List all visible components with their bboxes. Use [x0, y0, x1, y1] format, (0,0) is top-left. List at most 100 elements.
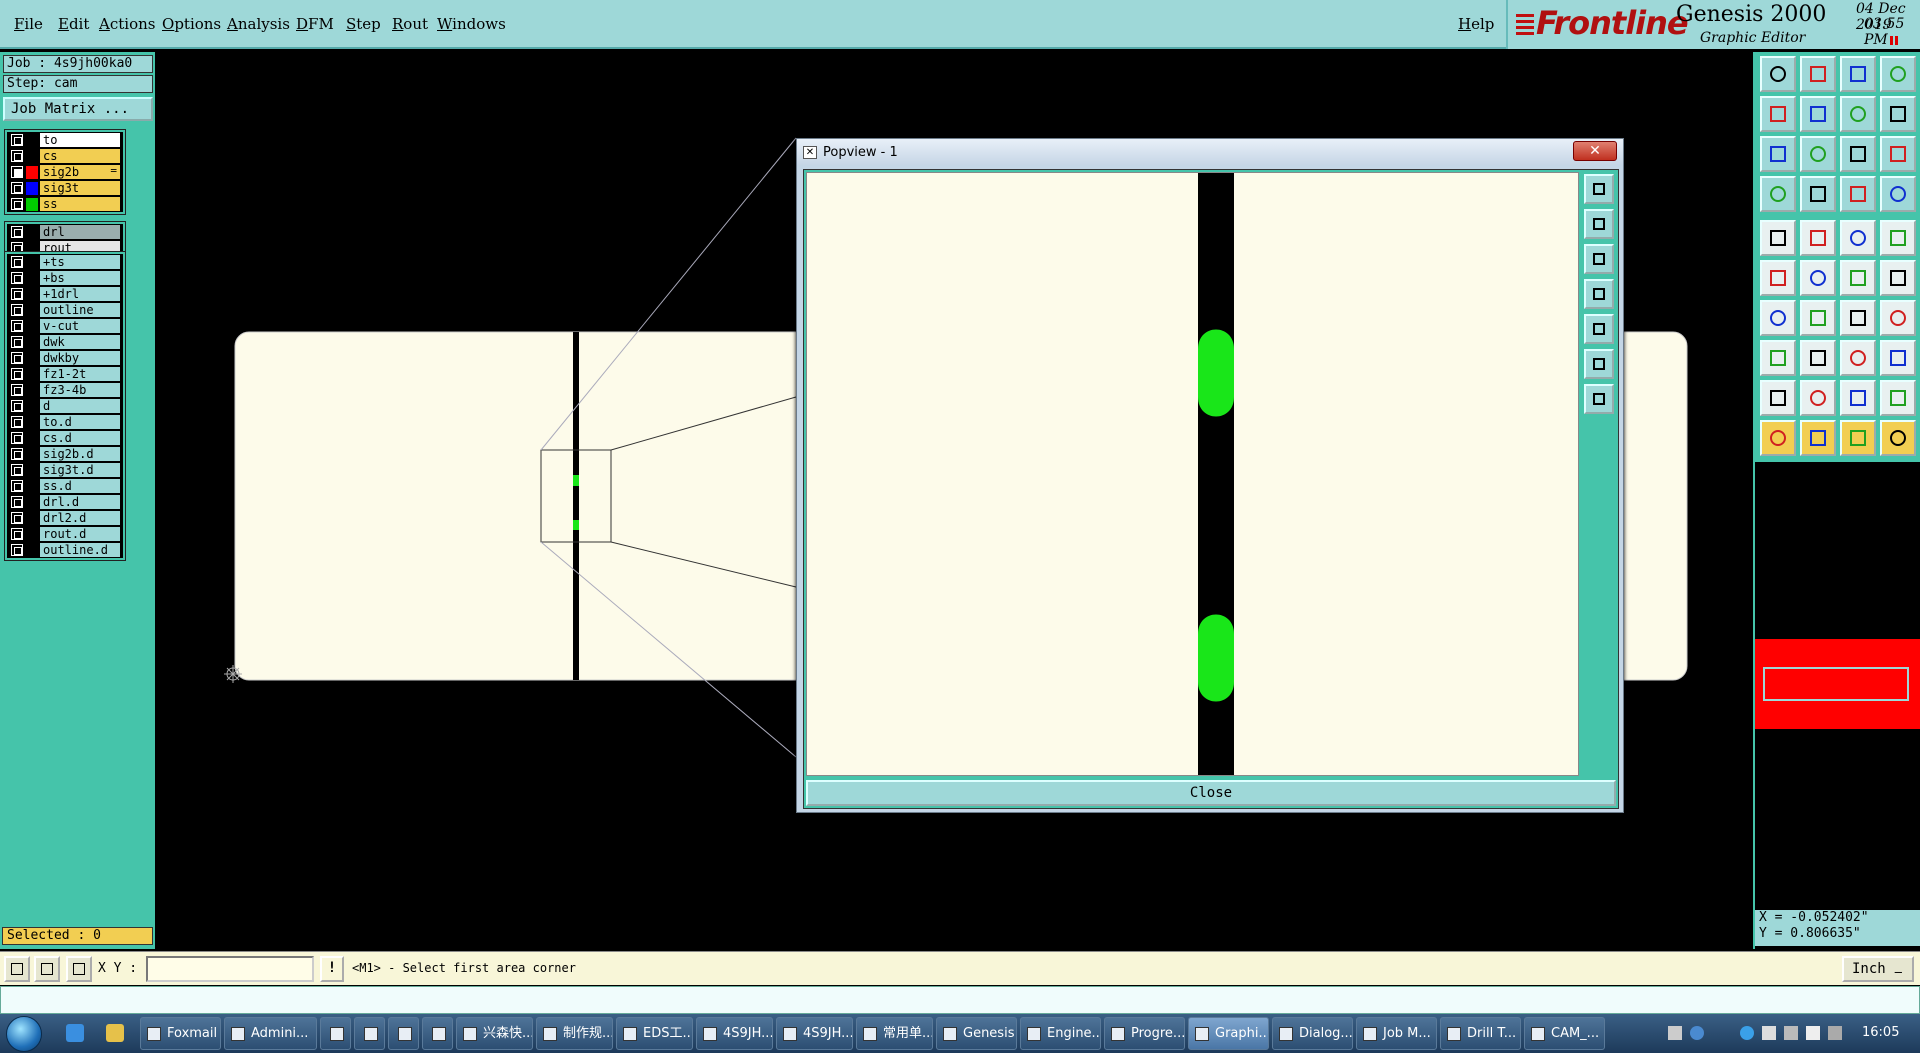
taskbar-item[interactable]: 常用单...	[856, 1017, 933, 1050]
exclamation-button[interactable]: !	[320, 956, 344, 982]
tool-button-9-3-icon[interactable]	[1880, 420, 1916, 456]
layer-name[interactable]: d	[40, 399, 120, 413]
tool-button-8-2-icon[interactable]	[1840, 380, 1876, 416]
layer-color-swatch[interactable]	[26, 303, 38, 317]
tool-button-7-2-icon[interactable]	[1840, 340, 1876, 376]
layer-color-swatch[interactable]	[26, 367, 38, 381]
layer-name[interactable]: fz3-4b	[40, 383, 120, 397]
layer-row-sig3t[interactable]: sig3t	[7, 180, 123, 196]
layer-checkbox[interactable]	[11, 480, 23, 492]
tool-button-9-0-icon[interactable]	[1760, 420, 1796, 456]
layer-checkbox[interactable]	[11, 166, 23, 178]
layer-color-swatch[interactable]	[26, 255, 38, 269]
layer-row--1drl[interactable]: +1drl	[7, 286, 123, 302]
taskbar-item[interactable]	[422, 1017, 453, 1050]
layer-name[interactable]: dwkby	[40, 351, 120, 365]
tool-button-5-0-icon[interactable]	[1760, 260, 1796, 296]
tool-button-3-0-icon[interactable]	[1760, 176, 1796, 212]
tool-button-2-1-icon[interactable]	[1800, 136, 1836, 172]
layer-checkbox[interactable]	[11, 544, 23, 556]
tool-button-8-3-icon[interactable]	[1880, 380, 1916, 416]
taskbar-item[interactable]	[354, 1017, 385, 1050]
layer-color-swatch[interactable]	[26, 399, 38, 413]
layer-row-sig2b[interactable]: = sig2b	[7, 164, 123, 180]
layer-name[interactable]: dwk	[40, 335, 120, 349]
tool-button-1-1-icon[interactable]	[1800, 96, 1836, 132]
tool-button-0-3-icon[interactable]	[1880, 56, 1916, 92]
layer-row--bs[interactable]: +bs	[7, 270, 123, 286]
pv-zoom-in-icon[interactable]	[1584, 349, 1614, 379]
layer-name[interactable]: drl2.d	[40, 511, 120, 525]
tray-flag-icon[interactable]	[1762, 1026, 1776, 1040]
tool-button-8-1-icon[interactable]	[1800, 380, 1836, 416]
tool-button-6-3-icon[interactable]	[1880, 300, 1916, 336]
layer-name[interactable]: to	[40, 133, 120, 147]
layer-row-to-d[interactable]: to.d	[7, 414, 123, 430]
layer-color-swatch[interactable]	[26, 133, 38, 147]
layer-row-to[interactable]: to	[7, 132, 123, 148]
tool-button-7-0-icon[interactable]	[1760, 340, 1796, 376]
layer-checkbox[interactable]	[11, 182, 23, 194]
layer-name[interactable]: drl.d	[40, 495, 120, 509]
popview-titlebar[interactable]: ✕ Popview - 1 ✕	[797, 139, 1623, 165]
tool-button-0-2-icon[interactable]	[1840, 56, 1876, 92]
layer-color-swatch[interactable]	[26, 197, 38, 211]
layer-checkbox[interactable]	[11, 400, 23, 412]
tool-button-4-3-icon[interactable]	[1880, 220, 1916, 256]
layer-row-ss[interactable]: ss	[7, 196, 123, 212]
layer-row-ss-d[interactable]: ss.d	[7, 478, 123, 494]
layer-checkbox[interactable]	[11, 384, 23, 396]
tool-button-3-1-icon[interactable]	[1800, 176, 1836, 212]
layer-color-swatch[interactable]	[26, 463, 38, 477]
taskbar-item[interactable]: Foxmail	[140, 1017, 221, 1050]
ie-icon[interactable]	[66, 1024, 84, 1042]
layer-color-swatch[interactable]	[26, 165, 38, 179]
pv-pan-right-icon[interactable]	[1584, 314, 1614, 344]
tool-button-4-0-icon[interactable]	[1760, 220, 1796, 256]
menu-options[interactable]: Options	[162, 15, 221, 33]
layer-color-swatch[interactable]	[26, 527, 38, 541]
tool-button-3-2-icon[interactable]	[1840, 176, 1876, 212]
pv-fit-icon[interactable]	[1584, 174, 1614, 204]
tool-button-2-0-icon[interactable]	[1760, 136, 1796, 172]
tool-button-5-1-icon[interactable]	[1800, 260, 1836, 296]
tool-button-6-1-icon[interactable]	[1800, 300, 1836, 336]
layer-color-swatch[interactable]	[26, 149, 38, 163]
start-button[interactable]	[6, 1016, 42, 1052]
layer-checkbox[interactable]	[11, 416, 23, 428]
taskbar-item[interactable]: Engine...	[1020, 1017, 1101, 1050]
layer-row--ts[interactable]: +ts	[7, 254, 123, 270]
layer-row-fz3-4b[interactable]: fz3-4b	[7, 382, 123, 398]
tool-button-1-2-icon[interactable]	[1840, 96, 1876, 132]
tool-button-5-3-icon[interactable]	[1880, 260, 1916, 296]
taskbar-item[interactable]	[320, 1017, 351, 1050]
menu-file[interactable]: File	[14, 15, 43, 33]
layer-row-sig3t-d[interactable]: sig3t.d	[7, 462, 123, 478]
layer-name[interactable]: cs	[40, 149, 120, 163]
layer-checkbox[interactable]	[11, 272, 23, 284]
tool-button-7-3-icon[interactable]	[1880, 340, 1916, 376]
menu-edit[interactable]: Edit	[58, 15, 89, 33]
taskbar-item[interactable]: Dialog...	[1272, 1017, 1353, 1050]
layer-row-drl[interactable]: drl	[7, 224, 123, 240]
taskbar-item[interactable]: Job M...	[1356, 1017, 1437, 1050]
layer-name[interactable]: to.d	[40, 415, 120, 429]
layer-color-swatch[interactable]	[26, 415, 38, 429]
layer-checkbox[interactable]	[11, 448, 23, 460]
layer-name[interactable]: rout.d	[40, 527, 120, 541]
layer-row-dwk[interactable]: dwk	[7, 334, 123, 350]
layer-row-dwkby[interactable]: dwkby	[7, 350, 123, 366]
layer-color-swatch[interactable]	[26, 319, 38, 333]
taskbar-item[interactable]: 兴森快...	[456, 1017, 533, 1050]
layer-name[interactable]: +1drl	[40, 287, 120, 301]
xy-input[interactable]	[146, 956, 314, 982]
taskbar-item[interactable]: 制作规...	[536, 1017, 613, 1050]
tray-volume-icon[interactable]	[1806, 1026, 1820, 1040]
menu-analysis[interactable]: Analysis	[227, 15, 290, 33]
tool-button-5-2-icon[interactable]	[1840, 260, 1876, 296]
layer-color-swatch[interactable]	[26, 511, 38, 525]
layer-checkbox[interactable]	[11, 226, 23, 238]
layer-color-swatch[interactable]	[26, 447, 38, 461]
tool-button-6-2-icon[interactable]	[1840, 300, 1876, 336]
taskbar-item[interactable]: 4S9JH...	[776, 1017, 853, 1050]
